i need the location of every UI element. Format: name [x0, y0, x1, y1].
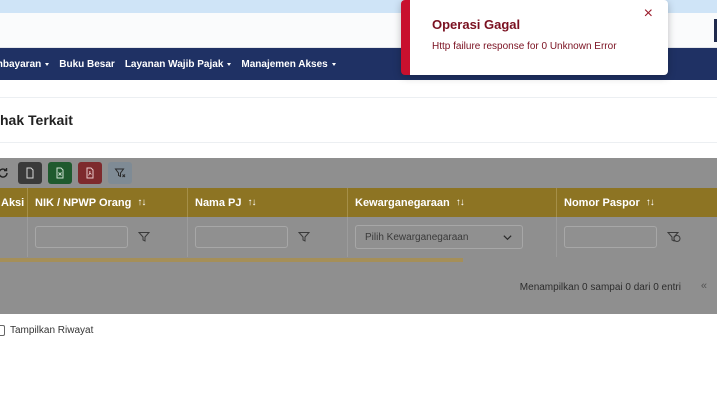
caret-down-icon: [227, 62, 232, 66]
filter-cell-nomor-paspor: [557, 217, 717, 257]
filter-icon[interactable]: [138, 231, 150, 243]
column-header-nik[interactable]: NIK / NPWP Orang ↑↓: [28, 188, 188, 217]
nav-item-label: Buku Besar: [59, 58, 115, 70]
filter-icon[interactable]: [298, 231, 310, 243]
refresh-button[interactable]: [0, 162, 10, 184]
nomor-paspor-filter-input[interactable]: [564, 226, 657, 248]
column-header-label: Kewarganegaraan: [355, 196, 450, 209]
column-header-kewarganegaraan[interactable]: Kewarganegaraan ↑↓: [348, 188, 557, 217]
sort-icon[interactable]: ↑↓: [247, 197, 256, 208]
toast-title: Operasi Gagal: [432, 17, 521, 32]
document-icon: [26, 167, 34, 179]
clear-filter-button[interactable]: [108, 162, 132, 184]
pdf-icon: [86, 167, 94, 179]
nav-item-label: Layanan Wajib Pajak: [124, 58, 224, 70]
filter-cell-nik: [28, 217, 188, 257]
filter-cell-nama-pj: [188, 217, 348, 257]
column-header-label: Nama PJ: [195, 196, 242, 209]
page-title: hak Terkait: [0, 112, 73, 128]
select-placeholder: Pilih Kewarganegaraan: [365, 231, 469, 243]
nik-filter-input[interactable]: [35, 226, 128, 248]
caret-down-icon: [331, 62, 336, 66]
filter-cell-aksi: [0, 217, 28, 257]
chevron-down-icon: [503, 234, 512, 240]
pager-first-button[interactable]: «: [701, 280, 707, 292]
nav-item-label: Manajemen Akses: [241, 58, 328, 70]
column-header-label: Aksi: [1, 196, 25, 209]
show-history-label: Tampilkan Riwayat: [10, 325, 94, 336]
sort-icon[interactable]: ↑↓: [456, 197, 465, 208]
document-button[interactable]: [18, 162, 42, 184]
column-header-nomor-paspor[interactable]: Nomor Paspor ↑↓: [557, 188, 717, 217]
column-header-aksi: Aksi: [0, 188, 28, 217]
clear-filter-icon: [114, 168, 126, 178]
error-toast: Operasi Gagal Http failure response for …: [401, 0, 668, 75]
show-history-toggle[interactable]: Tampilkan Riwayat: [0, 325, 93, 336]
table-header: Aksi NIK / NPWP Orang ↑↓ Nama PJ ↑↓ Kewa…: [0, 188, 717, 217]
app-page: mbayaran Buku Besar Layanan Wajib Pajak …: [0, 0, 717, 414]
export-pdf-button[interactable]: [78, 162, 102, 184]
excel-icon: [56, 167, 64, 179]
refresh-icon: [0, 168, 8, 178]
horizontal-scrollbar[interactable]: [0, 258, 463, 262]
sort-icon[interactable]: ↑↓: [137, 197, 146, 208]
table-entries-info: Menampilkan 0 sampai 0 dari 0 entri: [519, 282, 681, 293]
caret-down-icon: [45, 62, 50, 66]
show-history-checkbox[interactable]: [0, 325, 5, 336]
nav-item-pembayaran[interactable]: mbayaran: [0, 58, 50, 70]
nav-item-buku-besar[interactable]: Buku Besar: [59, 59, 115, 70]
sort-icon[interactable]: ↑↓: [646, 197, 655, 208]
column-header-nama-pj[interactable]: Nama PJ ↑↓: [188, 188, 348, 217]
nama-pj-filter-input[interactable]: [195, 226, 288, 248]
divider: [0, 97, 717, 98]
nav-item-label: mbayaran: [0, 58, 42, 70]
nav-item-manajemen-akses[interactable]: Manajemen Akses: [241, 58, 336, 70]
column-header-label: NIK / NPWP Orang: [35, 196, 132, 209]
filter-cell-kewarganegaraan: Pilih Kewarganegaraan: [348, 217, 557, 257]
table-toolbar: [0, 158, 138, 188]
toast-message: Http failure response for 0 Unknown Erro…: [432, 41, 617, 52]
clear-filter-icon[interactable]: [667, 231, 681, 243]
close-icon[interactable]: ×: [644, 5, 653, 23]
divider: [0, 142, 717, 143]
filter-row: Pilih Kewarganegaraan: [0, 217, 717, 257]
column-header-label: Nomor Paspor: [564, 196, 640, 209]
export-excel-button[interactable]: [48, 162, 72, 184]
kewarganegaraan-select[interactable]: Pilih Kewarganegaraan: [355, 225, 523, 249]
nav-item-layanan-wajib-pajak[interactable]: Layanan Wajib Pajak: [125, 59, 232, 70]
